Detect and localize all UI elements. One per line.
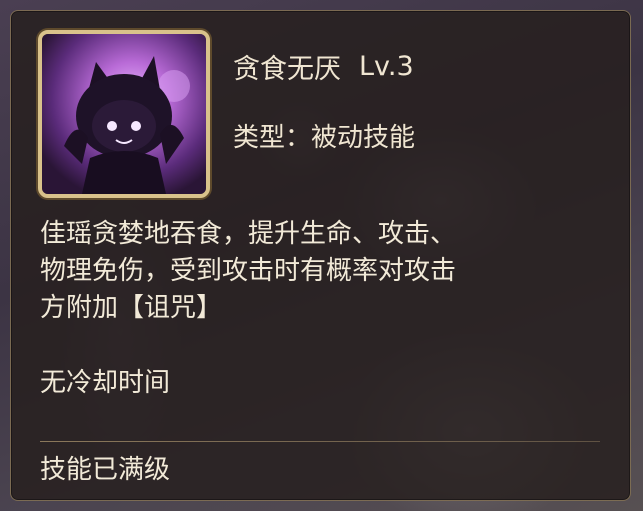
skill-level: Lv.3 — [359, 50, 414, 82]
skill-name: 贪食无厌 — [233, 53, 341, 85]
description-line: 方附加【诅咒】 — [40, 293, 223, 323]
max-level-text: 技能已满级 — [40, 455, 171, 485]
divider — [40, 441, 600, 442]
skill-title: 贪食无厌 Lv.3 — [233, 46, 414, 86]
skill-type: 类型：被动技能 — [233, 122, 416, 153]
description-line: 物理免伤，受到攻击时有概率对攻击 — [40, 256, 457, 286]
cooldown-text: 无冷却时间 — [40, 368, 171, 398]
chibi-girl-skill-icon — [42, 34, 206, 194]
skill-description: 佳瑶贪婪地吞食，提升生命、攻击、 物理免伤，受到攻击时有概率对攻击 方附加【诅咒… — [40, 216, 600, 327]
skill-icon-frame — [38, 30, 210, 198]
description-line: 佳瑶贪婪地吞食，提升生命、攻击、 — [40, 219, 457, 249]
